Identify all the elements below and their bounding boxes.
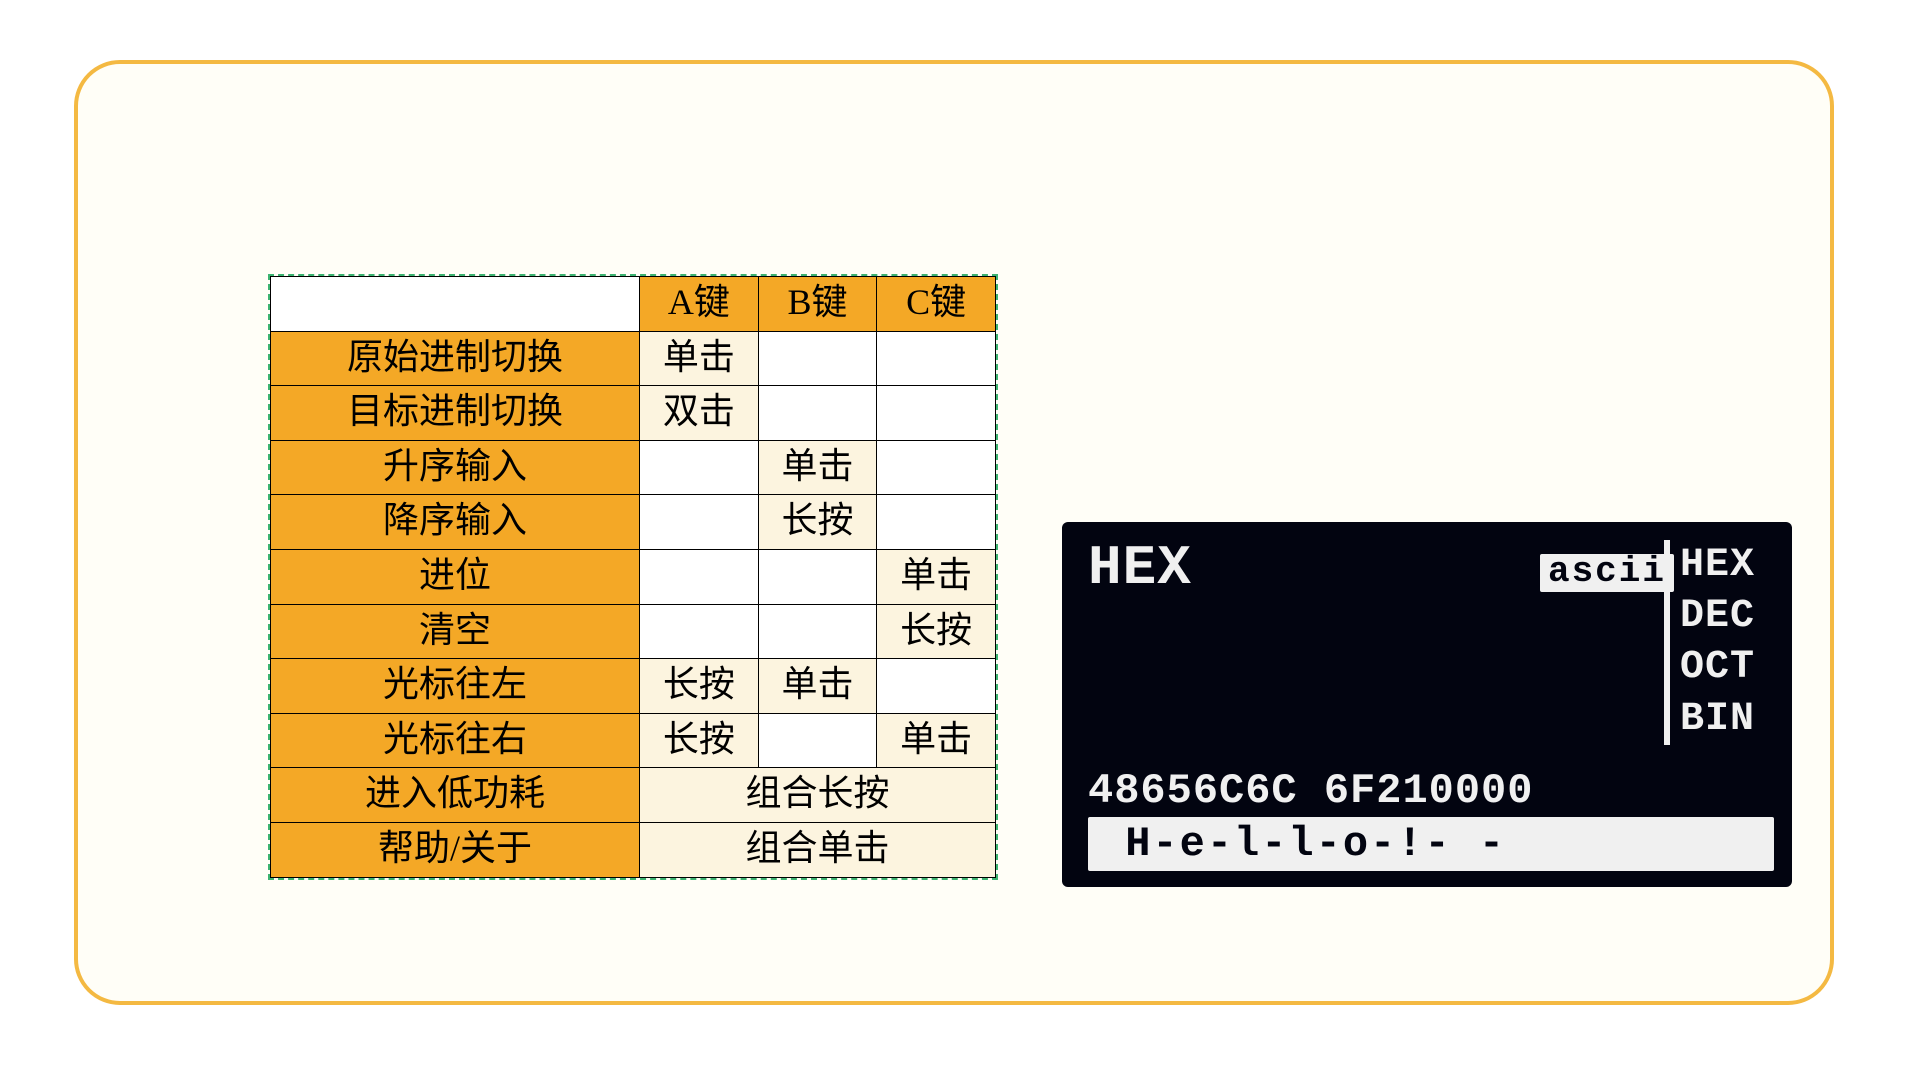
page-stage: A键 B键 C键 原始进制切换 单击 目标进制切换 双击 升序 bbox=[0, 0, 1908, 1074]
cell-c bbox=[877, 386, 996, 441]
cell-a bbox=[640, 440, 759, 495]
table-row: 目标进制切换 双击 bbox=[271, 386, 996, 441]
header-a: A键 bbox=[640, 277, 759, 332]
lcd-base-item: BIN bbox=[1680, 694, 1774, 745]
lcd-main-area: HEX ascii 48656C6C 6F210000 bbox=[1088, 540, 1668, 809]
cell-b: 单击 bbox=[758, 659, 877, 714]
table-header-row: A键 B键 C键 bbox=[271, 277, 996, 332]
table-row: 原始进制切换 单击 bbox=[271, 331, 996, 386]
cell-b bbox=[758, 604, 877, 659]
content-frame: A键 B键 C键 原始进制切换 单击 目标进制切换 双击 升序 bbox=[74, 60, 1834, 1005]
key-table: A键 B键 C键 原始进制切换 单击 目标进制切换 双击 升序 bbox=[270, 276, 996, 878]
row-label: 进位 bbox=[271, 549, 640, 604]
cell-combo: 组合单击 bbox=[640, 822, 996, 877]
row-label: 光标往右 bbox=[271, 713, 640, 768]
lcd-ascii-badge: ascii bbox=[1540, 554, 1674, 592]
lcd-base-item: OCT bbox=[1680, 642, 1774, 693]
cell-c bbox=[877, 331, 996, 386]
lcd-decoded-text: H-e-l-l-o-!- - bbox=[1088, 817, 1774, 871]
cell-b bbox=[758, 331, 877, 386]
header-b: B键 bbox=[758, 277, 877, 332]
cell-a: 单击 bbox=[640, 331, 759, 386]
cell-c: 单击 bbox=[877, 713, 996, 768]
cell-c bbox=[877, 440, 996, 495]
table-row: 光标往右 长按 单击 bbox=[271, 713, 996, 768]
table-row: 升序输入 单击 bbox=[271, 440, 996, 495]
cell-c: 长按 bbox=[877, 604, 996, 659]
table-row: 降序输入 长按 bbox=[271, 495, 996, 550]
cell-a: 长按 bbox=[640, 713, 759, 768]
header-c: C键 bbox=[877, 277, 996, 332]
table-row: 清空 长按 bbox=[271, 604, 996, 659]
cell-c bbox=[877, 659, 996, 714]
lcd-base-item: DEC bbox=[1680, 591, 1774, 642]
cell-a: 双击 bbox=[640, 386, 759, 441]
row-label: 清空 bbox=[271, 604, 640, 659]
cell-a bbox=[640, 495, 759, 550]
cell-combo: 组合长按 bbox=[640, 768, 996, 823]
row-label: 光标往左 bbox=[271, 659, 640, 714]
table-row: 进入低功耗 组合长按 bbox=[271, 768, 996, 823]
cell-b: 长按 bbox=[758, 495, 877, 550]
row-label: 降序输入 bbox=[271, 495, 640, 550]
key-table-container: A键 B键 C键 原始进制切换 单击 目标进制切换 双击 升序 bbox=[268, 274, 998, 880]
cell-a: 长按 bbox=[640, 659, 759, 714]
cell-b bbox=[758, 386, 877, 441]
cell-b bbox=[758, 713, 877, 768]
cell-a bbox=[640, 604, 759, 659]
table-row: 进位 单击 bbox=[271, 549, 996, 604]
lcd-base-list: HEX DEC OCT BIN bbox=[1664, 540, 1774, 745]
cell-a bbox=[640, 549, 759, 604]
table-row: 帮助/关于 组合单击 bbox=[271, 822, 996, 877]
row-label: 升序输入 bbox=[271, 440, 640, 495]
lcd-hex-readout: 48656C6C 6F210000 bbox=[1088, 767, 1668, 815]
table-row: 光标往左 长按 单击 bbox=[271, 659, 996, 714]
header-blank bbox=[271, 277, 640, 332]
row-label: 目标进制切换 bbox=[271, 386, 640, 441]
cell-b bbox=[758, 549, 877, 604]
row-label: 帮助/关于 bbox=[271, 822, 640, 877]
row-label: 原始进制切换 bbox=[271, 331, 640, 386]
lcd-base-item: HEX bbox=[1680, 540, 1774, 591]
cell-b: 单击 bbox=[758, 440, 877, 495]
cell-c bbox=[877, 495, 996, 550]
row-label: 进入低功耗 bbox=[271, 768, 640, 823]
cell-c: 单击 bbox=[877, 549, 996, 604]
lcd-display: HEX ascii 48656C6C 6F210000 HEX DEC OCT … bbox=[1062, 522, 1792, 887]
